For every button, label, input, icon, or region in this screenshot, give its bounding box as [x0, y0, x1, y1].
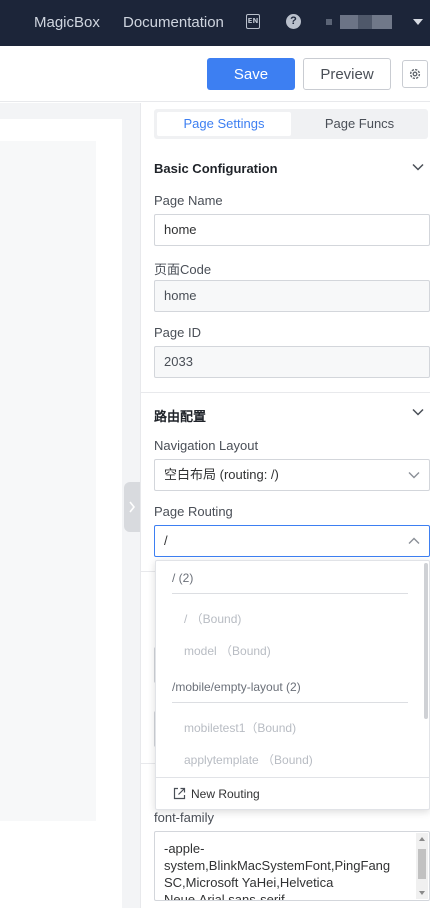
canvas-area	[0, 103, 140, 908]
settings-button[interactable]	[402, 60, 428, 88]
editor-toolbar: Save Preview	[0, 46, 430, 102]
page-code-label: 页面Code	[154, 262, 212, 277]
tab-page-funcs[interactable]: Page Funcs	[294, 112, 425, 136]
panel-tabs: Page Settings Page Funcs	[154, 109, 428, 139]
route-option[interactable]: model （Bound)	[184, 642, 271, 659]
scroll-down-arrow-icon[interactable]	[419, 891, 425, 895]
textarea-scrollbar[interactable]	[416, 833, 428, 899]
canvas-page	[0, 119, 122, 908]
chevron-right-icon	[129, 501, 136, 513]
new-routing-label: New Routing	[191, 787, 260, 801]
font-family-label: font-family	[154, 810, 214, 825]
section-title-basic: Basic Configuration	[154, 161, 278, 176]
route-option[interactable]: mobiletest1（Bound)	[184, 719, 296, 736]
page-name-input[interactable]: home	[154, 214, 430, 246]
nav-link-magicbox[interactable]: MagicBox	[34, 14, 100, 31]
page-code-field: home	[154, 280, 430, 312]
route-group-header: /mobile/empty-layout (2)	[172, 680, 301, 694]
language-icon[interactable]: EN	[246, 14, 260, 29]
external-link-icon	[173, 787, 186, 800]
page-name-label: Page Name	[154, 193, 223, 208]
tab-page-settings[interactable]: Page Settings	[157, 112, 291, 136]
dropdown-separator	[172, 702, 408, 703]
navigation-layout-select[interactable]: 空白布局 (routing: /)	[154, 459, 430, 491]
user-dropdown-caret-icon[interactable]	[413, 19, 423, 25]
route-option[interactable]: / （Bound)	[184, 610, 241, 627]
page-routing-dropdown: / (2) / （Bound) model （Bound) /mobile/em…	[155, 560, 430, 810]
page-routing-value: /	[164, 533, 168, 548]
gear-icon	[409, 68, 421, 80]
new-routing-button[interactable]: New Routing	[156, 777, 429, 810]
font-family-value: -apple-system,BlinkMacSystemFont,PingFan…	[164, 841, 391, 901]
top-nav: MagicBox Documentation EN ?	[0, 0, 430, 46]
page-id-label: Page ID	[154, 325, 201, 340]
chevron-down-icon[interactable]	[412, 163, 424, 171]
help-icon[interactable]: ?	[286, 14, 301, 29]
navigation-layout-label: Navigation Layout	[154, 438, 259, 453]
dropdown-separator	[172, 593, 408, 594]
chevron-down-icon	[408, 472, 420, 479]
font-family-textarea[interactable]: -apple-system,BlinkMacSystemFont,PingFan…	[154, 831, 430, 901]
route-option[interactable]: applytemplate （Bound)	[184, 751, 313, 768]
panel-collapse-handle[interactable]	[124, 482, 140, 532]
nav-link-documentation[interactable]: Documentation	[123, 14, 224, 31]
scrollbar-thumb[interactable]	[418, 849, 426, 879]
route-group-header: / (2)	[172, 571, 194, 585]
section-divider	[141, 392, 430, 393]
page-routing-select[interactable]: /	[154, 525, 430, 557]
scroll-up-arrow-icon[interactable]	[419, 837, 425, 841]
page-id-field: 2033	[154, 346, 430, 378]
dropdown-scrollbar[interactable]	[424, 563, 428, 719]
chevron-up-icon	[408, 537, 420, 544]
canvas-content[interactable]	[0, 141, 96, 821]
section-title-routing: 路由配置	[154, 409, 207, 424]
page-routing-label: Page Routing	[154, 504, 233, 519]
save-button[interactable]: Save	[207, 58, 295, 90]
chevron-down-icon[interactable]	[412, 408, 424, 416]
preview-button[interactable]: Preview	[303, 58, 391, 90]
user-avatar[interactable]	[326, 15, 398, 29]
navigation-layout-value: 空白布局 (routing: /)	[164, 467, 279, 482]
